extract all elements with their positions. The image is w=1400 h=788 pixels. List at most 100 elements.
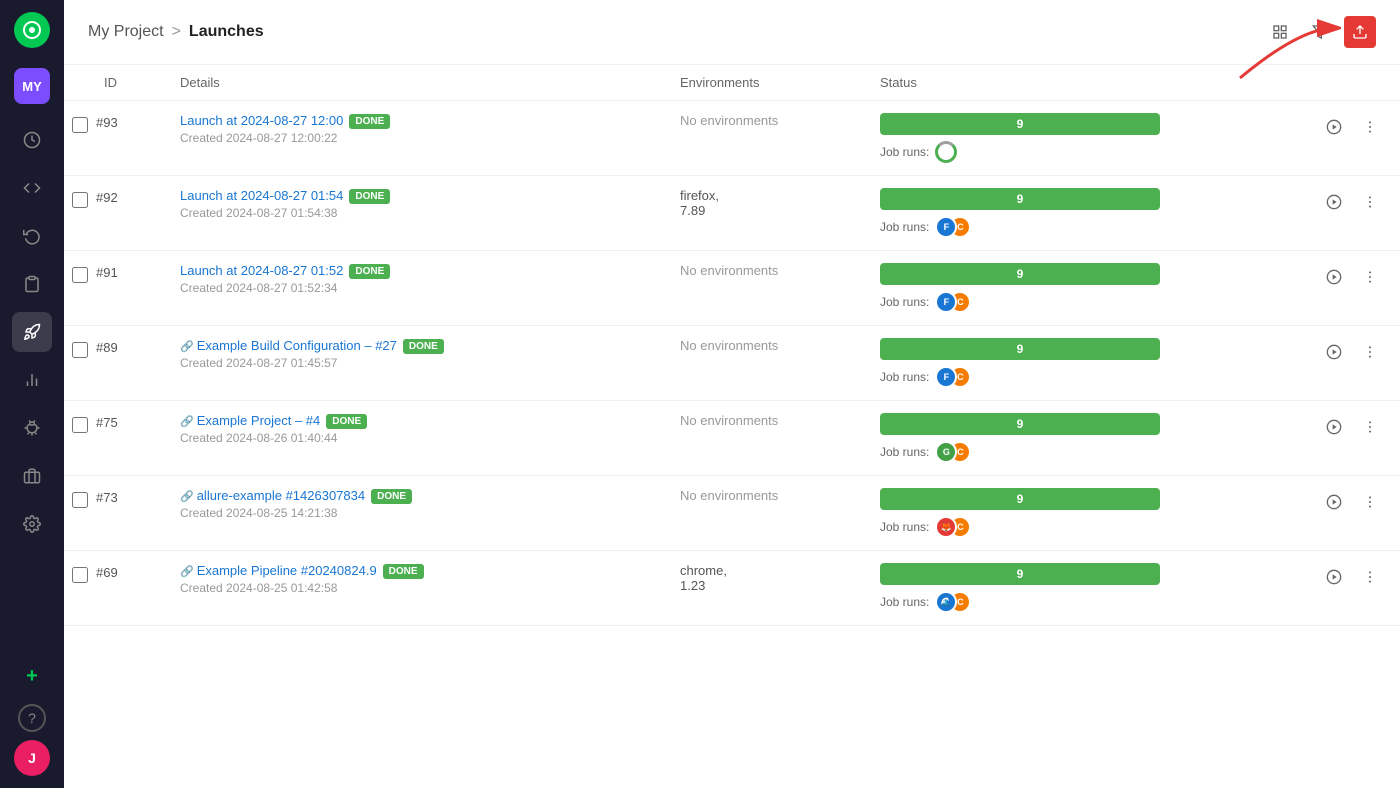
row-checkbox[interactable] bbox=[72, 567, 88, 583]
launch-link[interactable]: Example Build Configuration – #27 bbox=[197, 338, 397, 353]
status-actions: 9 Job runs: bbox=[880, 113, 1384, 163]
play-button[interactable] bbox=[1320, 113, 1348, 141]
link-icon: 🔗 bbox=[180, 491, 194, 503]
row-env-cell: chrome,1.23 bbox=[664, 551, 864, 626]
progress-fill: 9 bbox=[880, 113, 1160, 135]
play-button[interactable] bbox=[1320, 263, 1348, 291]
sidebar-item-code[interactable] bbox=[12, 168, 52, 208]
job-runs-label: Job runs: bbox=[880, 145, 929, 159]
sidebar-item-add[interactable]: + bbox=[12, 656, 52, 696]
progress-bar-area: 9 Job runs: G C bbox=[880, 413, 1312, 463]
sidebar-item-settings[interactable] bbox=[12, 504, 52, 544]
breadcrumb-project[interactable]: My Project bbox=[88, 23, 164, 41]
more-options-button[interactable] bbox=[1356, 338, 1384, 366]
play-button[interactable] bbox=[1320, 338, 1348, 366]
status-badge: DONE bbox=[403, 339, 444, 354]
row-details-cell: 🔗allure-example #1426307834DONE Created … bbox=[164, 476, 664, 551]
grid-view-button[interactable] bbox=[1264, 16, 1296, 48]
play-button[interactable] bbox=[1320, 563, 1348, 591]
project-avatar[interactable]: MY bbox=[14, 68, 50, 104]
breadcrumb-current: Launches bbox=[189, 23, 264, 41]
row-checkbox[interactable] bbox=[72, 267, 88, 283]
status-actions: 9 Job runs: F C bbox=[880, 338, 1384, 388]
job-runs: Job runs: 🌊 C bbox=[880, 591, 1312, 613]
sidebar-item-storage[interactable] bbox=[12, 456, 52, 496]
more-options-button[interactable] bbox=[1356, 413, 1384, 441]
sidebar-item-bugs[interactable] bbox=[12, 408, 52, 448]
row-checkbox[interactable] bbox=[72, 192, 88, 208]
filter-button[interactable] bbox=[1304, 16, 1336, 48]
export-button[interactable] bbox=[1344, 16, 1376, 48]
row-status-cell: 9 Job runs: 🌊 C bbox=[864, 551, 1400, 626]
row-checkbox[interactable] bbox=[72, 342, 88, 358]
row-status-cell: 9 Job runs: F C bbox=[864, 326, 1400, 401]
row-checkbox[interactable] bbox=[72, 492, 88, 508]
job-runs-label: Job runs: bbox=[880, 445, 929, 459]
play-button[interactable] bbox=[1320, 188, 1348, 216]
more-options-button[interactable] bbox=[1356, 263, 1384, 291]
link-icon: 🔗 bbox=[180, 566, 194, 578]
sidebar-item-analytics[interactable] bbox=[12, 360, 52, 400]
row-id-cell: #75 bbox=[64, 401, 164, 447]
row-details-cell: 🔗Example Pipeline #20240824.9DONE Create… bbox=[164, 551, 664, 626]
launch-link[interactable]: Example Pipeline #20240824.9 bbox=[197, 563, 377, 578]
sidebar-item-clipboard[interactable] bbox=[12, 264, 52, 304]
more-options-button[interactable] bbox=[1356, 563, 1384, 591]
launch-link[interactable]: Launch at 2024-08-27 01:52 bbox=[180, 263, 343, 278]
row-details-cell: Launch at 2024-08-27 12:00DONE Created 2… bbox=[164, 101, 664, 176]
more-options-button[interactable] bbox=[1356, 488, 1384, 516]
play-button[interactable] bbox=[1320, 488, 1348, 516]
progress-bar-area: 9 Job runs: bbox=[880, 113, 1312, 163]
row-status-cell: 9 Job runs: bbox=[864, 101, 1400, 176]
row-id: #73 bbox=[96, 490, 118, 505]
table-row: #69 🔗Example Pipeline #20240824.9DONE Cr… bbox=[64, 551, 1400, 626]
table-row: #75 🔗Example Project – #4DONE Created 20… bbox=[64, 401, 1400, 476]
sidebar-bottom: + ? J bbox=[12, 656, 52, 776]
launch-link[interactable]: Launch at 2024-08-27 01:54 bbox=[180, 188, 343, 203]
job-runs-label: Job runs: bbox=[880, 520, 929, 534]
progress-bar: 9 bbox=[880, 188, 1160, 210]
job-runs: Job runs: F C bbox=[880, 291, 1312, 313]
row-checkbox[interactable] bbox=[72, 417, 88, 433]
row-status-cell: 9 Job runs: F C bbox=[864, 176, 1400, 251]
row-details-cell: 🔗Example Project – #4DONE Created 2024-0… bbox=[164, 401, 664, 476]
table-row: #73 🔗allure-example #1426307834DONE Crea… bbox=[64, 476, 1400, 551]
launch-link[interactable]: Launch at 2024-08-27 12:00 bbox=[180, 113, 343, 128]
status-actions: 9 Job runs: F C bbox=[880, 263, 1384, 313]
launch-link[interactable]: Example Project – #4 bbox=[197, 413, 321, 428]
row-id: #89 bbox=[96, 340, 118, 355]
progress-bar: 9 bbox=[880, 263, 1160, 285]
more-options-button[interactable] bbox=[1356, 113, 1384, 141]
page-header: My Project > Launches bbox=[64, 0, 1400, 65]
progress-bar-area: 9 Job runs: 🦊 C bbox=[880, 488, 1312, 538]
play-button[interactable] bbox=[1320, 413, 1348, 441]
row-details-cell: Launch at 2024-08-27 01:54DONE Created 2… bbox=[164, 176, 664, 251]
job-runs-label: Job runs: bbox=[880, 370, 929, 384]
sidebar-item-refresh[interactable] bbox=[12, 216, 52, 256]
app-logo[interactable] bbox=[14, 12, 50, 48]
sidebar-item-help[interactable]: ? bbox=[18, 704, 46, 732]
job-runs: Job runs: bbox=[880, 141, 1312, 163]
job-runs: Job runs: F C bbox=[880, 366, 1312, 388]
environment-value: firefox,7.89 bbox=[680, 188, 719, 218]
user-avatar[interactable]: J bbox=[14, 740, 50, 776]
status-badge: DONE bbox=[383, 564, 424, 579]
row-env-cell: No environments bbox=[664, 251, 864, 326]
row-details-cell: Launch at 2024-08-27 01:52DONE Created 2… bbox=[164, 251, 664, 326]
status-actions: 9 Job runs: 🦊 C bbox=[880, 488, 1384, 538]
more-options-button[interactable] bbox=[1356, 188, 1384, 216]
no-environments: No environments bbox=[680, 488, 778, 503]
job-runs-label: Job runs: bbox=[880, 220, 929, 234]
created-date: Created 2024-08-26 01:40:44 bbox=[180, 431, 648, 445]
row-env-cell: firefox,7.89 bbox=[664, 176, 864, 251]
row-id-cell: #89 bbox=[64, 326, 164, 372]
sidebar-item-dashboard[interactable] bbox=[12, 120, 52, 160]
row-checkbox[interactable] bbox=[72, 117, 88, 133]
job-runs-label: Job runs: bbox=[880, 595, 929, 609]
row-id: #69 bbox=[96, 565, 118, 580]
row-id: #93 bbox=[96, 115, 118, 130]
launch-link[interactable]: allure-example #1426307834 bbox=[197, 488, 365, 503]
sidebar-item-launches[interactable] bbox=[12, 312, 52, 352]
progress-fill: 9 bbox=[880, 338, 1160, 360]
job-runs: Job runs: F C bbox=[880, 216, 1312, 238]
